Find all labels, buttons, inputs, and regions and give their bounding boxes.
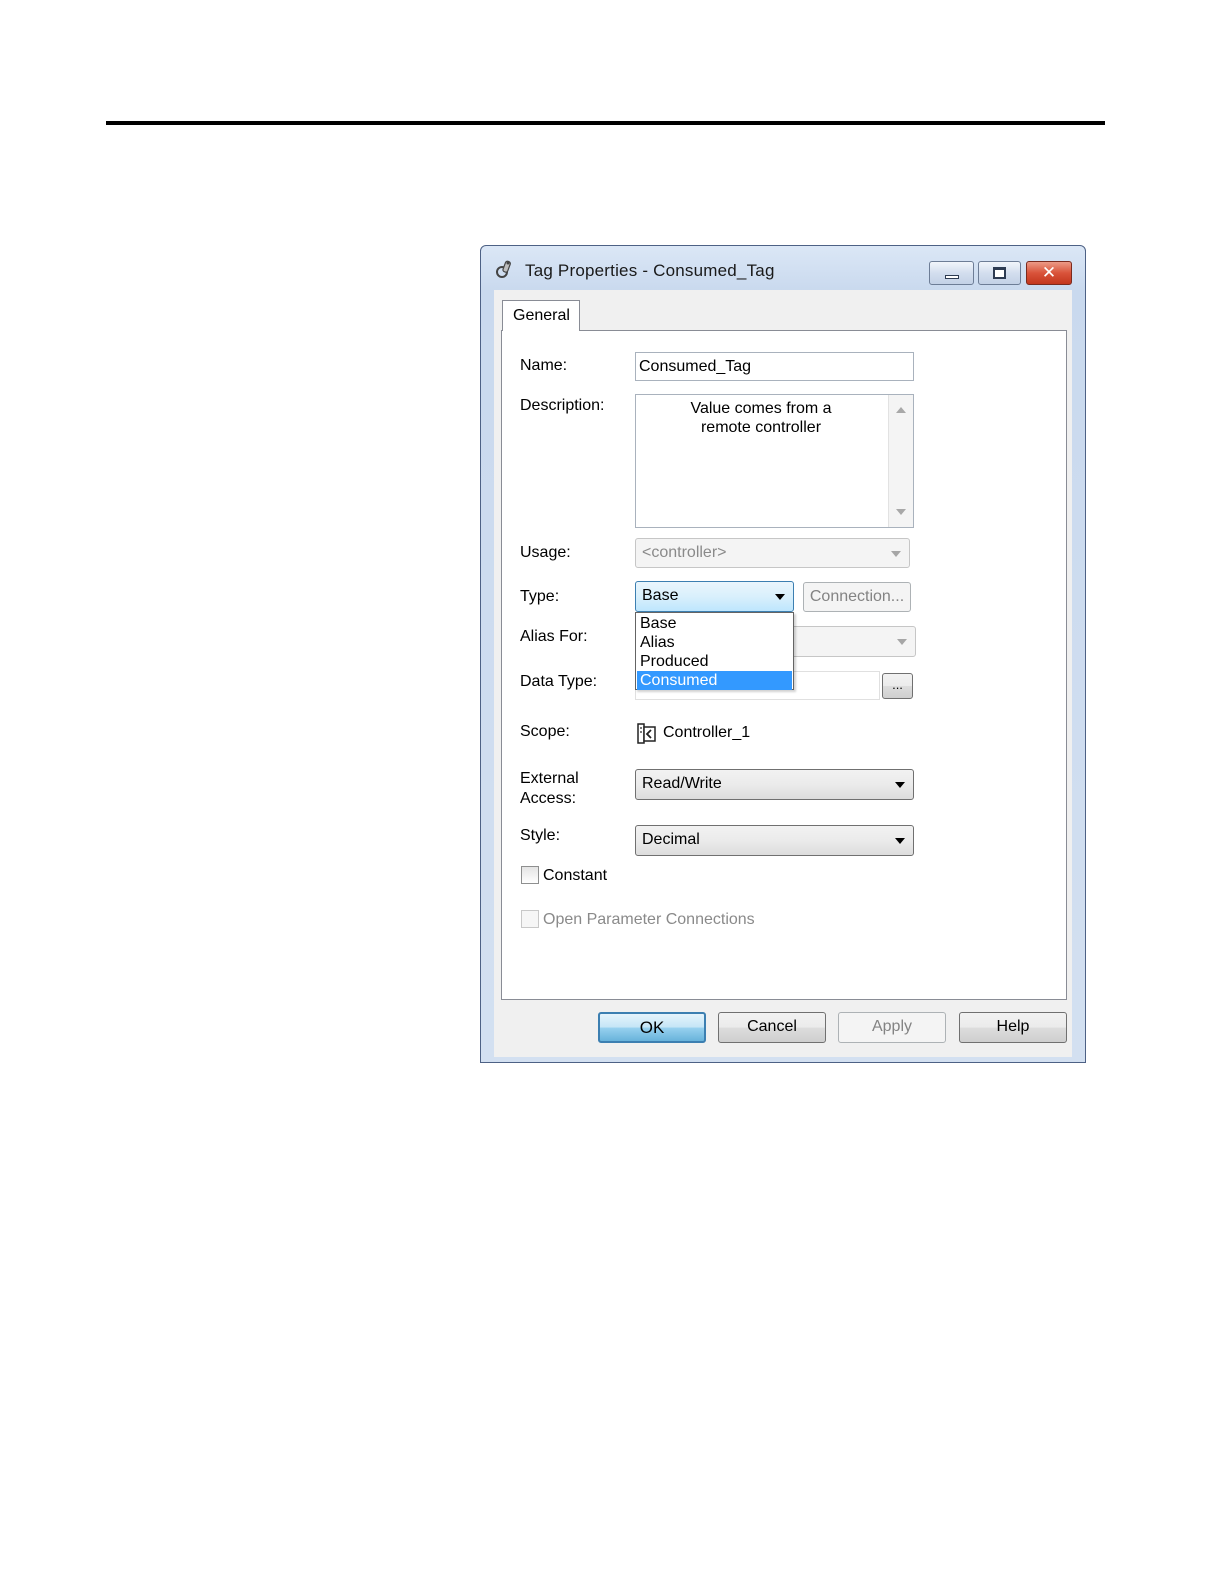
cancel-button-label: Cancel [747, 1018, 797, 1035]
description-textarea[interactable]: Value comes from a remote controller [635, 394, 914, 528]
scroll-down-icon[interactable] [896, 509, 906, 515]
help-button[interactable]: Help [959, 1012, 1067, 1043]
scope-label: Scope: [520, 723, 570, 740]
scroll-up-icon[interactable] [896, 407, 906, 413]
external-access-select[interactable]: Read/Write [635, 769, 914, 800]
name-label: Name: [520, 357, 568, 374]
description-text: Value comes from a remote controller [690, 400, 832, 436]
description-label: Description: [520, 397, 605, 414]
tag-properties-icon [496, 260, 511, 278]
type-label: Type: [520, 588, 560, 605]
type-option-base[interactable]: Base [637, 614, 792, 633]
tab-general-label: General [513, 307, 570, 324]
controller-icon [637, 723, 656, 744]
window-title: Tag Properties - Consumed_Tag [525, 261, 775, 280]
type-option-produced[interactable]: Produced [637, 652, 792, 671]
external-access-label-line1: External [520, 770, 579, 787]
connection-button-label: Connection... [809, 588, 905, 605]
scope-value: Controller_1 [663, 724, 751, 741]
usage-select: <controller> [635, 538, 910, 568]
type-dropdown-list[interactable]: Base Alias Produced Consumed [635, 612, 794, 690]
chevron-down-icon[interactable] [775, 594, 785, 600]
tab-general[interactable]: General [502, 300, 580, 331]
cancel-button[interactable]: Cancel [718, 1012, 826, 1043]
connection-button: Connection... [803, 582, 911, 612]
style-value: Decimal [642, 831, 700, 848]
type-select[interactable]: Base [635, 581, 794, 612]
chevron-down-icon [897, 639, 907, 645]
type-value: Base [642, 587, 679, 604]
ok-button[interactable]: OK [598, 1012, 706, 1043]
chevron-down-icon [891, 551, 901, 557]
apply-button: Apply [838, 1012, 946, 1043]
external-access-value: Read/Write [642, 775, 722, 792]
ok-button-label: OK [639, 1018, 665, 1037]
open-parameter-connections-label: Open Parameter Connections [543, 911, 755, 928]
data-type-browse-button[interactable]: ... [882, 673, 913, 699]
type-option-consumed[interactable]: Consumed [637, 671, 792, 690]
name-input[interactable]: Consumed_Tag [635, 352, 914, 381]
title-bar[interactable]: Tag Properties - Consumed_Tag ✕ [481, 246, 1085, 290]
help-button-label: Help [996, 1018, 1030, 1035]
page-header-rule [106, 121, 1105, 125]
minimize-icon [945, 275, 959, 279]
external-access-label-line2: Access: [520, 790, 577, 807]
constant-checkbox[interactable] [521, 866, 539, 884]
minimize-button[interactable] [929, 261, 974, 285]
usage-label: Usage: [520, 544, 571, 561]
close-icon: ✕ [1041, 263, 1057, 283]
maximize-icon [993, 267, 1006, 279]
usage-value: <controller> [642, 544, 727, 561]
apply-button-label: Apply [871, 1018, 913, 1035]
chevron-down-icon[interactable] [895, 782, 905, 788]
alias-for-label: Alias For: [520, 628, 588, 645]
maximize-button[interactable] [978, 261, 1021, 285]
style-label: Style: [520, 827, 561, 844]
constant-label[interactable]: Constant [543, 866, 607, 885]
type-option-alias[interactable]: Alias [637, 633, 792, 652]
open-parameter-connections-checkbox [521, 910, 539, 928]
chevron-down-icon[interactable] [895, 838, 905, 844]
data-type-label: Data Type: [520, 673, 598, 690]
browse-button-label: ... [892, 677, 903, 692]
description-scrollbar[interactable] [888, 395, 913, 527]
style-select[interactable]: Decimal [635, 825, 914, 856]
close-button[interactable]: ✕ [1026, 261, 1072, 285]
name-input-value: Consumed_Tag [639, 358, 752, 375]
